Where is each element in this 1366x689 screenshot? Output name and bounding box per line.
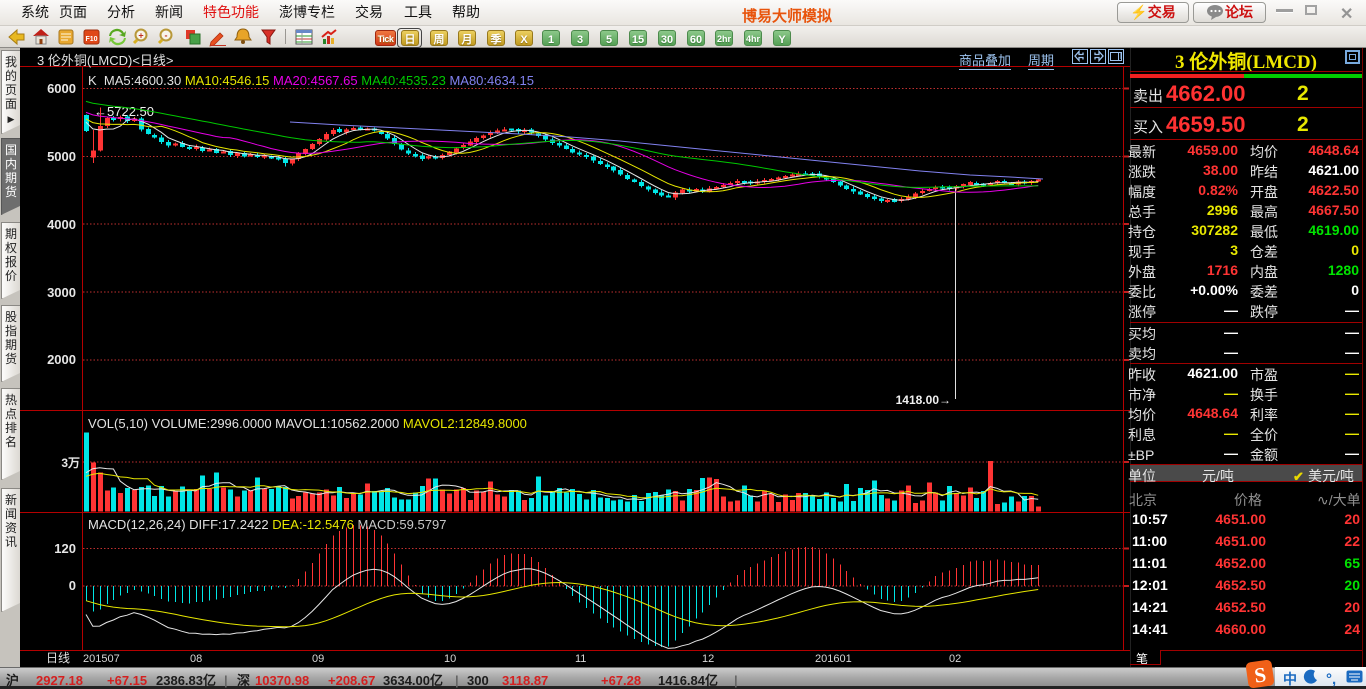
svg-text:120: 120 <box>54 541 76 556</box>
svg-text:02: 02 <box>949 653 961 665</box>
svg-text:4000: 4000 <box>47 217 76 232</box>
svg-text:1418.00→: 1418.00→ <box>896 393 951 407</box>
svg-text:201507: 201507 <box>83 653 120 665</box>
svg-text:08: 08 <box>190 653 202 665</box>
svg-text:F10: F10 <box>85 36 97 43</box>
svg-text:201601: 201601 <box>815 653 852 665</box>
svg-text:10: 10 <box>444 653 456 665</box>
svg-text:11: 11 <box>575 653 586 665</box>
svg-text:2000: 2000 <box>47 352 76 367</box>
svg-text:3万: 3万 <box>61 454 80 471</box>
svg-text:6000: 6000 <box>47 81 76 96</box>
svg-text:+: + <box>138 31 143 41</box>
svg-text:12: 12 <box>702 653 714 665</box>
svg-text:日线: 日线 <box>46 649 70 666</box>
svg-text:5000: 5000 <box>47 149 76 164</box>
svg-text:-: - <box>165 31 168 41</box>
svg-text:09: 09 <box>312 653 324 665</box>
svg-text:3000: 3000 <box>47 285 76 300</box>
svg-text:0: 0 <box>69 578 76 593</box>
